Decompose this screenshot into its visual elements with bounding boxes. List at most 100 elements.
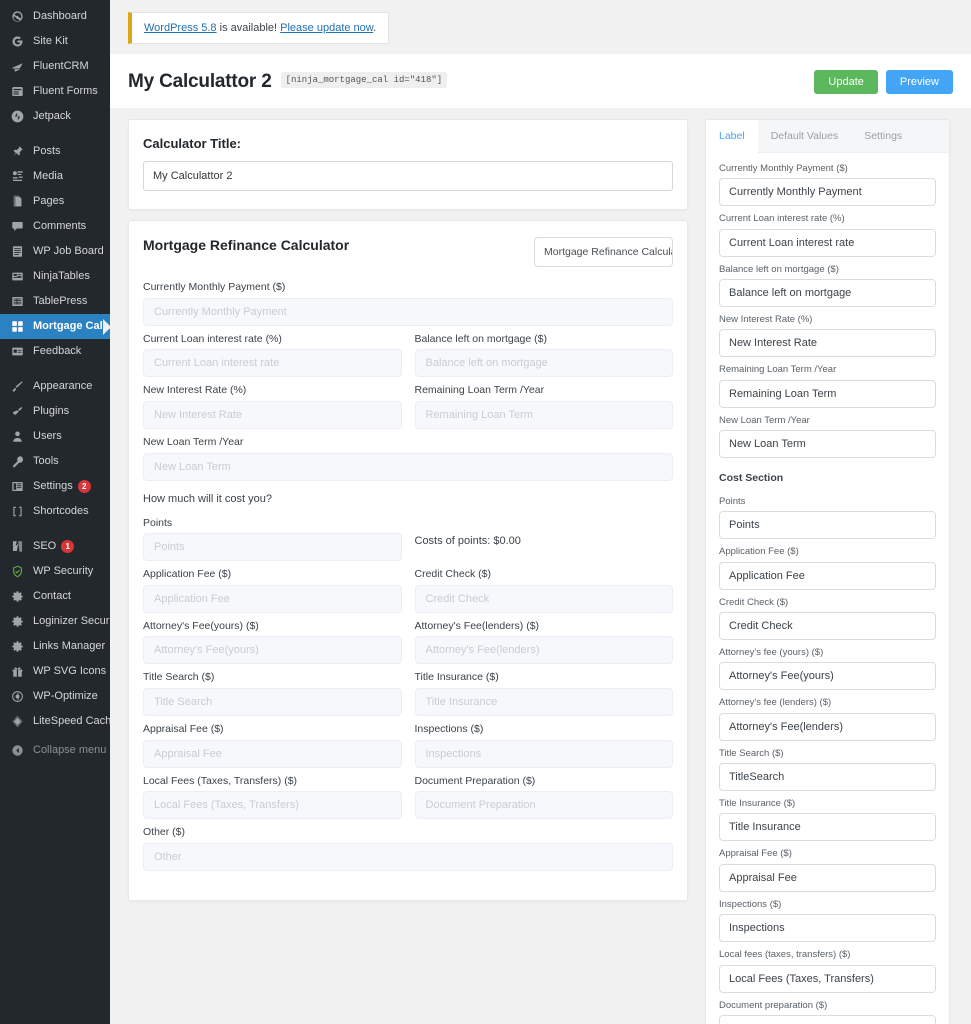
input-attorney-fee-yours[interactable]: [143, 636, 402, 665]
sidebar-item-wp-optimize[interactable]: WP-Optimize: [0, 684, 110, 709]
input-remaining-loan-term[interactable]: [414, 400, 673, 429]
sidebar-item-mortgage-calc[interactable]: Mortgage Calc.: [0, 314, 112, 339]
wordpress-version-link[interactable]: WordPress 5.8: [144, 22, 217, 34]
side-input-current-loan-interest-rate[interactable]: [719, 228, 936, 257]
sidebar-item-posts[interactable]: Posts: [0, 139, 110, 164]
update-button[interactable]: Update: [814, 70, 878, 94]
side-input-attorney-s-fee-lenders[interactable]: [719, 712, 936, 741]
side-input-remaining-loan-term-year[interactable]: [719, 379, 936, 408]
sidebar-item-wp-job-board[interactable]: WP Job Board: [0, 239, 110, 264]
side-field-new-loan-term-year: New Loan Term /Year: [719, 415, 936, 459]
input-points[interactable]: [143, 533, 402, 562]
sidebar-item-tablepress[interactable]: TablePress: [0, 289, 110, 314]
side-input-title-insurance[interactable]: [719, 813, 936, 842]
menu-badge: 2: [77, 480, 91, 493]
sidebar-item-shortcodes[interactable]: Shortcodes: [0, 499, 110, 524]
shortcode-chip[interactable]: [ninja_mortgage_cal id="418"]: [280, 72, 448, 88]
sidebar-item-contact[interactable]: Contact: [0, 584, 110, 609]
sidebar-item-seo[interactable]: SEO 1: [0, 534, 110, 559]
sidebar-item-settings[interactable]: Settings 2: [0, 474, 110, 499]
label-application-fee: Application Fee ($): [143, 568, 232, 581]
row-attorney-fees: Attorney's Fee(yours) ($) Attorney's Fee…: [143, 620, 673, 672]
side-label-appraisal-fee: Appraisal Fee ($): [719, 848, 792, 860]
sidebar-item-jetpack[interactable]: Jetpack: [0, 104, 110, 129]
label-attorney-fee-lenders: Attorney's Fee(lenders) ($): [414, 619, 540, 632]
please-update-now-link[interactable]: Please update now: [280, 22, 373, 34]
sidebar-item-wp-security[interactable]: WP Security: [0, 559, 110, 584]
admin-screen: Dashboard Site Kit FluentCRM Fluent Forms Je…: [0, 0, 971, 1024]
side-input-new-interest-rate[interactable]: [719, 329, 936, 358]
content-row: Calculator Title: Mortgage Refinance Cal…: [110, 109, 971, 1024]
menu-badge: 1: [61, 540, 75, 553]
sidebar-item-links-manager[interactable]: Links Manager: [0, 634, 110, 659]
preview-button[interactable]: Preview: [885, 70, 953, 94]
input-local-fees[interactable]: [143, 791, 402, 820]
side-field-title-search: Title Search ($): [719, 748, 936, 792]
tab-settings[interactable]: Settings: [851, 120, 916, 152]
side-input-appraisal-fee[interactable]: [719, 863, 936, 892]
side-input-balance-left-on-mortgage[interactable]: [719, 279, 936, 308]
side-field-attorney-s-fee-yours: Attorney's fee (yours) ($): [719, 647, 936, 691]
collapse-menu-button[interactable]: Collapse menu: [0, 738, 110, 763]
side-label-currently-monthly-payment: Currently Monthly Payment ($): [719, 163, 848, 174]
points-cost-text: Costs of points: $0.00: [414, 534, 521, 547]
side-input-application-fee[interactable]: [719, 561, 936, 590]
sidebar-item-users[interactable]: Users: [0, 424, 110, 449]
side-input-title-search[interactable]: [719, 763, 936, 792]
side-field-credit-check: Credit Check ($): [719, 597, 936, 641]
sidebar-item-dashboard[interactable]: Dashboard: [0, 4, 110, 29]
tab-default-values[interactable]: Default Values: [757, 120, 852, 152]
input-attorney-fee-lenders[interactable]: [414, 636, 673, 665]
sidebar-item-tools[interactable]: Tools: [0, 449, 110, 474]
input-current-loan-interest-rate[interactable]: [143, 349, 402, 378]
calculator-title-input[interactable]: [143, 161, 673, 191]
left-column: Calculator Title: Mortgage Refinance Cal…: [128, 109, 688, 902]
side-input-currently-monthly-payment[interactable]: [719, 178, 936, 207]
sidebar-item-plugins[interactable]: Plugins: [0, 399, 110, 424]
sidebar-item-ninjatables[interactable]: NinjaTables: [0, 264, 110, 289]
notice-mid-text: is available!: [216, 22, 281, 34]
side-label-remaining-loan-term-year: Remaining Loan Term /Year: [719, 364, 837, 376]
header-actions: Update Preview: [814, 70, 953, 94]
sidebar-item-site-kit[interactable]: Site Kit: [0, 29, 110, 54]
tab-label[interactable]: Label: [706, 120, 758, 153]
side-input-points[interactable]: [719, 511, 936, 540]
input-credit-check[interactable]: [414, 584, 673, 613]
sidebar-item-wp-svg-icons[interactable]: WP SVG Icons: [0, 659, 110, 684]
field-title-search: Title Search ($): [143, 671, 402, 717]
input-title-insurance[interactable]: [414, 688, 673, 717]
menu-separator: [0, 364, 110, 374]
sidebar-item-label: Media: [33, 170, 63, 182]
input-appraisal-fee[interactable]: [143, 739, 402, 768]
input-currently-monthly-payment[interactable]: [143, 297, 673, 326]
sidebar-item-label: WP-Optimize: [33, 690, 98, 702]
side-input-attorney-s-fee-yours[interactable]: [719, 662, 936, 691]
side-label-balance-left-on-mortgage: Balance left on mortgage ($): [719, 263, 839, 275]
input-application-fee[interactable]: [143, 584, 402, 613]
input-new-loan-term[interactable]: [143, 452, 673, 481]
sidebar-item-label: Comments: [33, 220, 87, 232]
sidebar-item-appearance[interactable]: Appearance: [0, 374, 110, 399]
input-new-interest-rate[interactable]: [143, 400, 402, 429]
sidebar-item-feedback[interactable]: Feedback: [0, 339, 110, 364]
input-balance-left-on-mortgage[interactable]: [414, 349, 673, 378]
input-title-search[interactable]: [143, 688, 402, 717]
input-other[interactable]: [143, 843, 673, 872]
sidebar-item-fluent-forms[interactable]: Fluent Forms: [0, 79, 110, 104]
side-input-new-loan-term-year[interactable]: [719, 430, 936, 459]
label-currently-monthly-payment: Currently Monthly Payment ($): [143, 281, 286, 293]
sidebar-item-comments[interactable]: Comments: [0, 214, 110, 239]
side-field-inspections: Inspections ($): [719, 899, 936, 943]
side-input-document-preparation[interactable]: [719, 1014, 936, 1024]
sidebar-item-loginizer-security[interactable]: Loginizer Security: [0, 609, 120, 634]
calculator-type-select[interactable]: Mortgage Refinance Calculator: [534, 237, 673, 267]
sidebar-item-litespeed-cache[interactable]: LiteSpeed Cache: [0, 709, 117, 734]
input-inspections[interactable]: [414, 739, 673, 768]
sidebar-item-media[interactable]: Media: [0, 164, 110, 189]
input-document-preparation[interactable]: [414, 791, 673, 820]
side-input-local-fees-taxes-transfers[interactable]: [719, 964, 936, 993]
sidebar-item-pages[interactable]: Pages: [0, 189, 110, 214]
side-input-credit-check[interactable]: [719, 612, 936, 641]
side-input-inspections[interactable]: [719, 914, 936, 943]
sidebar-item-fluentcrm[interactable]: FluentCRM: [0, 54, 110, 79]
